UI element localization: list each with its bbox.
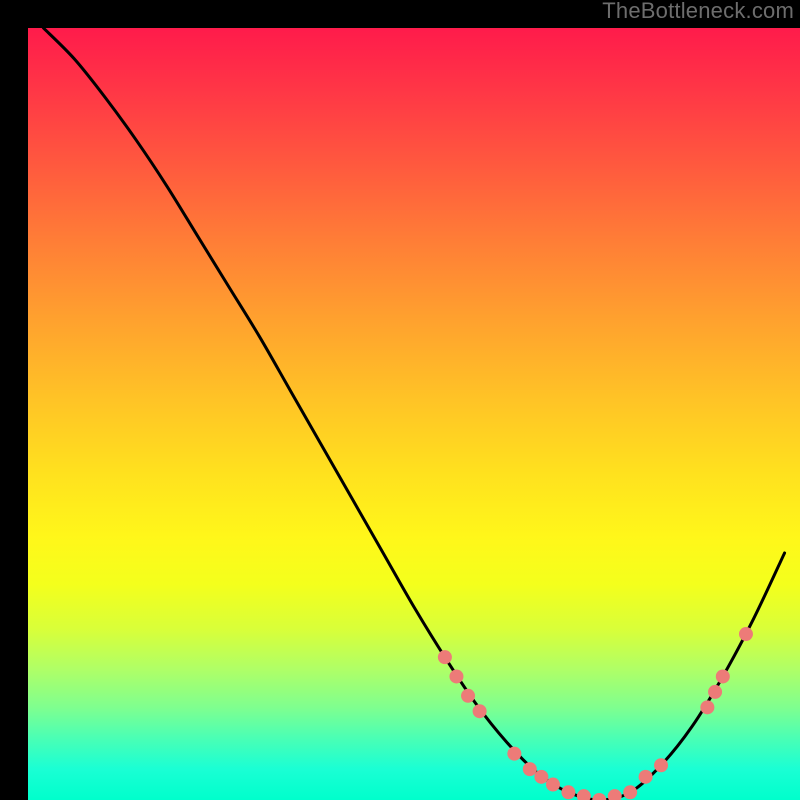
data-point xyxy=(716,669,730,683)
data-point xyxy=(577,789,591,800)
data-markers xyxy=(438,627,753,800)
data-point xyxy=(561,785,575,799)
plot-area xyxy=(28,28,800,800)
data-point xyxy=(700,700,714,714)
data-point xyxy=(438,650,452,664)
data-point xyxy=(592,793,606,800)
data-point xyxy=(739,627,753,641)
data-point xyxy=(473,704,487,718)
data-point xyxy=(461,689,475,703)
data-point xyxy=(507,747,521,761)
data-point xyxy=(608,789,622,800)
data-point xyxy=(623,785,637,799)
data-point xyxy=(449,669,463,683)
data-point xyxy=(708,685,722,699)
watermark-text: TheBottleneck.com xyxy=(602,0,794,24)
data-point xyxy=(654,758,668,772)
bottleneck-curve xyxy=(43,28,784,800)
chart-svg xyxy=(28,28,800,800)
data-point xyxy=(534,770,548,784)
chart-frame xyxy=(14,14,786,786)
data-point xyxy=(639,770,653,784)
data-point xyxy=(546,778,560,792)
data-point xyxy=(523,762,537,776)
